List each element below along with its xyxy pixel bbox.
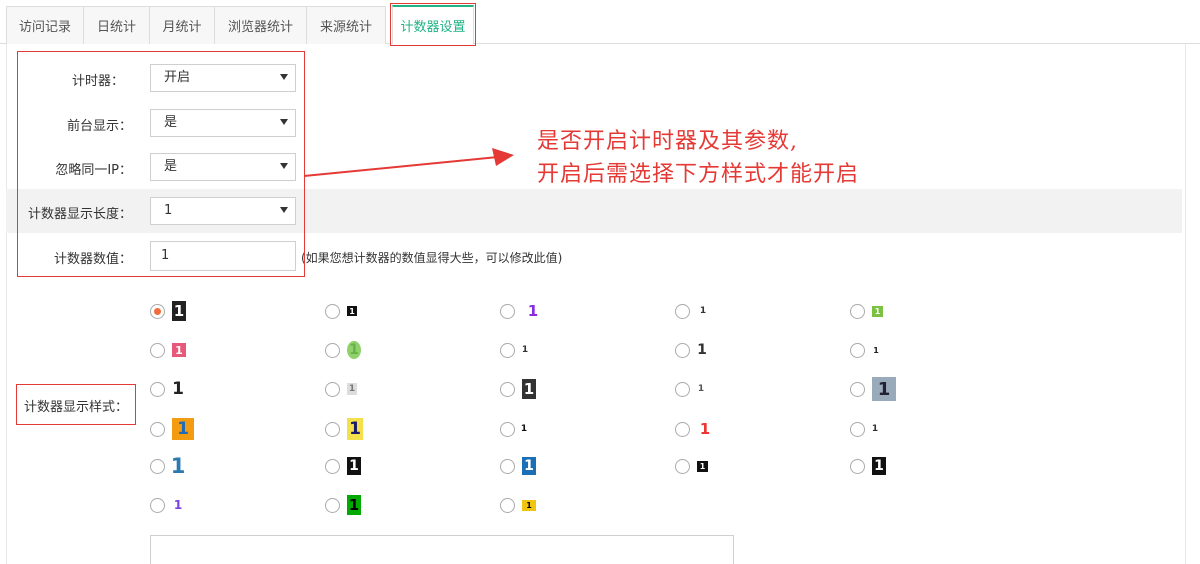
- tab-browser-stats[interactable]: 浏览器统计: [214, 6, 307, 44]
- counter-style-icon: 1: [872, 305, 883, 317]
- tab-bar: 访问记录 日统计 月统计 浏览器统计 来源统计 计数器设置: [0, 0, 1200, 46]
- style-radio[interactable]: [500, 343, 515, 358]
- style-radio[interactable]: [150, 343, 165, 358]
- style-radio[interactable]: [150, 459, 165, 474]
- counter-style-icon: 1: [170, 452, 186, 480]
- counter-style-icon: 1: [347, 341, 361, 359]
- counter-style-icon: 1: [872, 377, 896, 401]
- style-radio[interactable]: [500, 498, 515, 513]
- style-radio[interactable]: [850, 382, 865, 397]
- style-radio[interactable]: [150, 382, 165, 397]
- counter-style-icon: 1: [697, 460, 708, 472]
- tab-daily-stats[interactable]: 日统计: [83, 6, 150, 44]
- style-radio[interactable]: [500, 459, 515, 474]
- tab-monthly-stats[interactable]: 月统计: [149, 6, 215, 44]
- style-radio[interactable]: [675, 459, 690, 474]
- style-radio[interactable]: [850, 422, 865, 437]
- counter-style-icon: 1: [522, 499, 536, 511]
- style-radio[interactable]: [325, 498, 340, 513]
- counter-style-icon: 1: [347, 306, 357, 316]
- counter-style-icon: 1: [697, 383, 705, 395]
- counter-style-icon: 1: [872, 345, 880, 355]
- style-radio[interactable]: [500, 382, 515, 397]
- counter-style-icon: 1: [172, 378, 184, 400]
- counter-style-icon: 1: [347, 418, 363, 440]
- style-radio[interactable]: [150, 304, 165, 319]
- style-radio[interactable]: [325, 343, 340, 358]
- counter-value-hint: (如果您想计数器的数值显得大些，可以修改此值): [301, 251, 563, 265]
- counter-style-icon: 1: [871, 423, 879, 435]
- counter-style-icon: 1: [522, 301, 544, 321]
- style-radio[interactable]: [675, 343, 690, 358]
- tab-visit-records[interactable]: 访问记录: [6, 6, 84, 44]
- style-radio[interactable]: [325, 304, 340, 319]
- counter-style-icon: 1: [697, 341, 707, 359]
- counter-style-icon: 1: [172, 343, 186, 357]
- style-radio[interactable]: [325, 459, 340, 474]
- annotation-line-1: 是否开启计时器及其参数,: [537, 129, 798, 154]
- tab-counter-settings[interactable]: 计数器设置: [390, 3, 476, 46]
- settings-highlight-box: [17, 51, 305, 277]
- counter-style-icon: 1: [522, 457, 536, 475]
- style-radio[interactable]: [325, 382, 340, 397]
- counter-style-icon: 1: [520, 423, 528, 435]
- counter-style-icon: 1: [872, 457, 886, 475]
- counter-style-icon: 1: [172, 418, 194, 440]
- style-radio[interactable]: [325, 422, 340, 437]
- style-radio[interactable]: [675, 382, 690, 397]
- annotation-arrow: [303, 148, 514, 177]
- counter-style-icon: 1: [347, 457, 361, 475]
- counter-style-icon: 1: [521, 344, 529, 356]
- style-radio[interactable]: [675, 422, 690, 437]
- style-radio[interactable]: [850, 343, 865, 358]
- annotation-line-2: 开启后需选择下方样式才能开启: [537, 162, 860, 187]
- style-radio[interactable]: [850, 304, 865, 319]
- style-radio[interactable]: [850, 459, 865, 474]
- counter-style-icon: 1: [697, 305, 709, 317]
- style-radio[interactable]: [675, 304, 690, 319]
- style-radio[interactable]: [150, 498, 165, 513]
- code-textarea[interactable]: [150, 535, 734, 564]
- counter-style-icon: 1: [347, 495, 361, 515]
- style-radio[interactable]: [150, 422, 165, 437]
- style-radio[interactable]: [500, 304, 515, 319]
- counter-style-icon: 1: [172, 301, 186, 321]
- counter-style-icon: 1: [522, 379, 536, 399]
- tab-source-stats[interactable]: 来源统计: [306, 6, 386, 44]
- display-style-label: 计数器显示样式：: [24, 400, 129, 415]
- counter-style-icon: 1: [172, 497, 184, 513]
- counter-style-icon: 1: [347, 383, 357, 395]
- counter-style-icon: 1: [697, 419, 713, 439]
- style-radio[interactable]: [500, 422, 515, 437]
